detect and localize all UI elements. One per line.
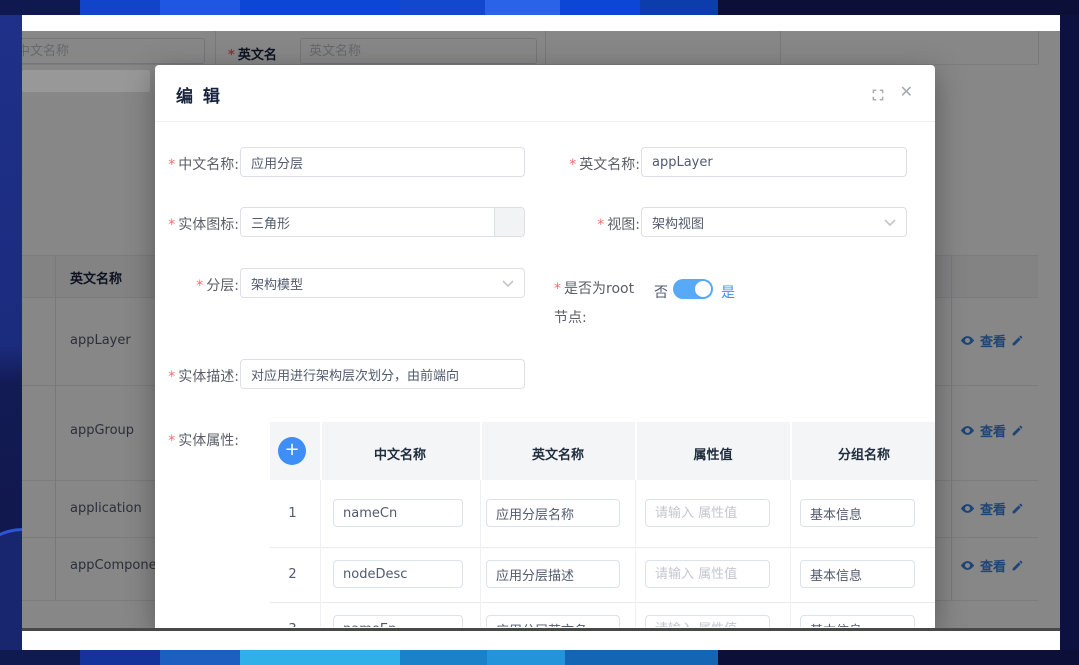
entity-icon-label: *实体图标: xyxy=(155,214,239,234)
attr-value-input[interactable] xyxy=(645,560,770,588)
attr-col-border xyxy=(790,480,791,627)
en-name-input[interactable] xyxy=(641,147,907,177)
entity-icon-value: 三角形 xyxy=(241,208,494,236)
header-gap xyxy=(480,422,482,480)
attr-group-input[interactable] xyxy=(800,499,915,527)
required-asterisk: * xyxy=(597,217,604,233)
add-attribute-button[interactable]: + xyxy=(278,437,306,465)
chevron-down-icon xyxy=(502,280,514,287)
attr-header-en: 英文名称 xyxy=(483,444,633,463)
required-asterisk: * xyxy=(168,217,175,233)
mosaic-tile xyxy=(240,650,400,665)
right-decor-strip xyxy=(1060,15,1079,650)
mosaic-tile xyxy=(0,650,80,665)
attr-en-input[interactable] xyxy=(486,499,620,527)
dialog-title: 编 辑 xyxy=(176,82,222,107)
root-node-toggle[interactable] xyxy=(673,279,713,299)
header-gap xyxy=(635,422,637,480)
layer-label: *分层: xyxy=(155,275,239,295)
fullscreen-icon[interactable] xyxy=(871,87,885,106)
mosaic-tile xyxy=(80,0,160,15)
app-window: *英文名 英文名称 appLayer appGroup application … xyxy=(22,15,1060,650)
mosaic-tile xyxy=(485,0,560,15)
cn-name-input[interactable] xyxy=(240,147,525,177)
entity-desc-input[interactable] xyxy=(240,359,525,389)
required-asterisk: * xyxy=(168,433,175,449)
attr-en-input[interactable] xyxy=(486,560,620,588)
attr-group-input[interactable] xyxy=(800,615,915,627)
mosaic-tile xyxy=(80,650,160,665)
app-top-strip xyxy=(22,15,1060,31)
view-select-value: 架构视图 xyxy=(652,213,704,232)
decor-arc xyxy=(0,528,22,650)
mosaic-tile xyxy=(0,0,80,15)
view-select[interactable]: 架构视图 xyxy=(641,207,907,237)
entity-attrs-label: *实体属性: xyxy=(155,430,239,450)
dialog-body: *中文名称: *英文名称: *实体图标: 三角形 *视图: xyxy=(155,122,935,627)
toggle-on-text: 是 xyxy=(721,282,735,302)
dimmed-panel-remnant xyxy=(22,70,150,92)
root-node-label: *是否为root节点: xyxy=(554,275,642,333)
attr-row-border xyxy=(270,602,935,603)
mosaic-tile xyxy=(240,0,400,15)
app-bottom-strip xyxy=(22,631,1060,650)
attr-row-border xyxy=(270,547,935,548)
header-gap xyxy=(790,422,792,480)
icon-picker-button[interactable] xyxy=(494,208,524,236)
toggle-knob xyxy=(695,281,711,297)
bottom-mosaic-band xyxy=(0,650,1079,665)
attr-row-index: 1 xyxy=(270,506,315,521)
mosaic-tile xyxy=(400,650,487,665)
toggle-off-text: 否 xyxy=(654,282,668,302)
required-asterisk: * xyxy=(196,278,203,294)
edit-dialog: 编 辑 ✕ *中文名称: *英文名称: xyxy=(155,65,935,628)
close-icon[interactable]: ✕ xyxy=(900,82,913,101)
mosaic-tile xyxy=(640,0,718,15)
mosaic-tile xyxy=(718,650,1079,665)
mosaic-tile xyxy=(718,0,1079,15)
layer-select[interactable]: 架构模型 xyxy=(240,268,525,298)
chevron-down-icon xyxy=(884,219,896,226)
required-asterisk: * xyxy=(554,281,561,297)
attr-value-input[interactable] xyxy=(645,499,770,527)
attr-col-border xyxy=(635,480,636,627)
mosaic-tile xyxy=(160,650,240,665)
cn-name-label: *中文名称: xyxy=(155,154,239,174)
app-content: *英文名 英文名称 appLayer appGroup application … xyxy=(22,31,1060,628)
mosaic-tile xyxy=(560,0,640,15)
required-asterisk: * xyxy=(569,157,576,173)
top-mosaic-band xyxy=(0,0,1079,15)
required-asterisk: * xyxy=(168,369,175,385)
attr-value-input[interactable] xyxy=(645,615,770,627)
attr-header-cn: 中文名称 xyxy=(322,444,478,463)
entity-icon-field[interactable]: 三角形 xyxy=(240,207,525,237)
attr-cn-input[interactable] xyxy=(333,615,463,627)
left-decor-strip xyxy=(0,15,22,650)
en-name-label: *英文名称: xyxy=(550,154,640,174)
required-asterisk: * xyxy=(168,157,175,173)
attribute-table: + 中文名称 英文名称 属性值 分组名称 1 xyxy=(270,422,935,627)
attr-header-value: 属性值 xyxy=(638,444,788,463)
attr-row-index: 2 xyxy=(270,567,315,582)
attr-cn-input[interactable] xyxy=(333,560,463,588)
attr-cn-input[interactable] xyxy=(333,499,463,527)
attr-col-border xyxy=(320,480,321,627)
attr-header-group: 分组名称 xyxy=(793,444,935,463)
attr-en-input[interactable] xyxy=(486,615,620,627)
mosaic-tile xyxy=(565,650,718,665)
dialog-header: 编 辑 ✕ xyxy=(155,65,935,122)
mosaic-tile xyxy=(400,0,485,15)
mosaic-tile xyxy=(160,0,240,15)
view-label: *视图: xyxy=(550,214,640,234)
attr-group-input[interactable] xyxy=(800,560,915,588)
entity-desc-label: *实体描述: xyxy=(155,366,239,386)
mosaic-tile xyxy=(487,650,565,665)
layer-select-value: 架构模型 xyxy=(251,274,303,293)
attr-row-index: 3 xyxy=(270,622,315,627)
attr-col-border xyxy=(480,480,481,627)
